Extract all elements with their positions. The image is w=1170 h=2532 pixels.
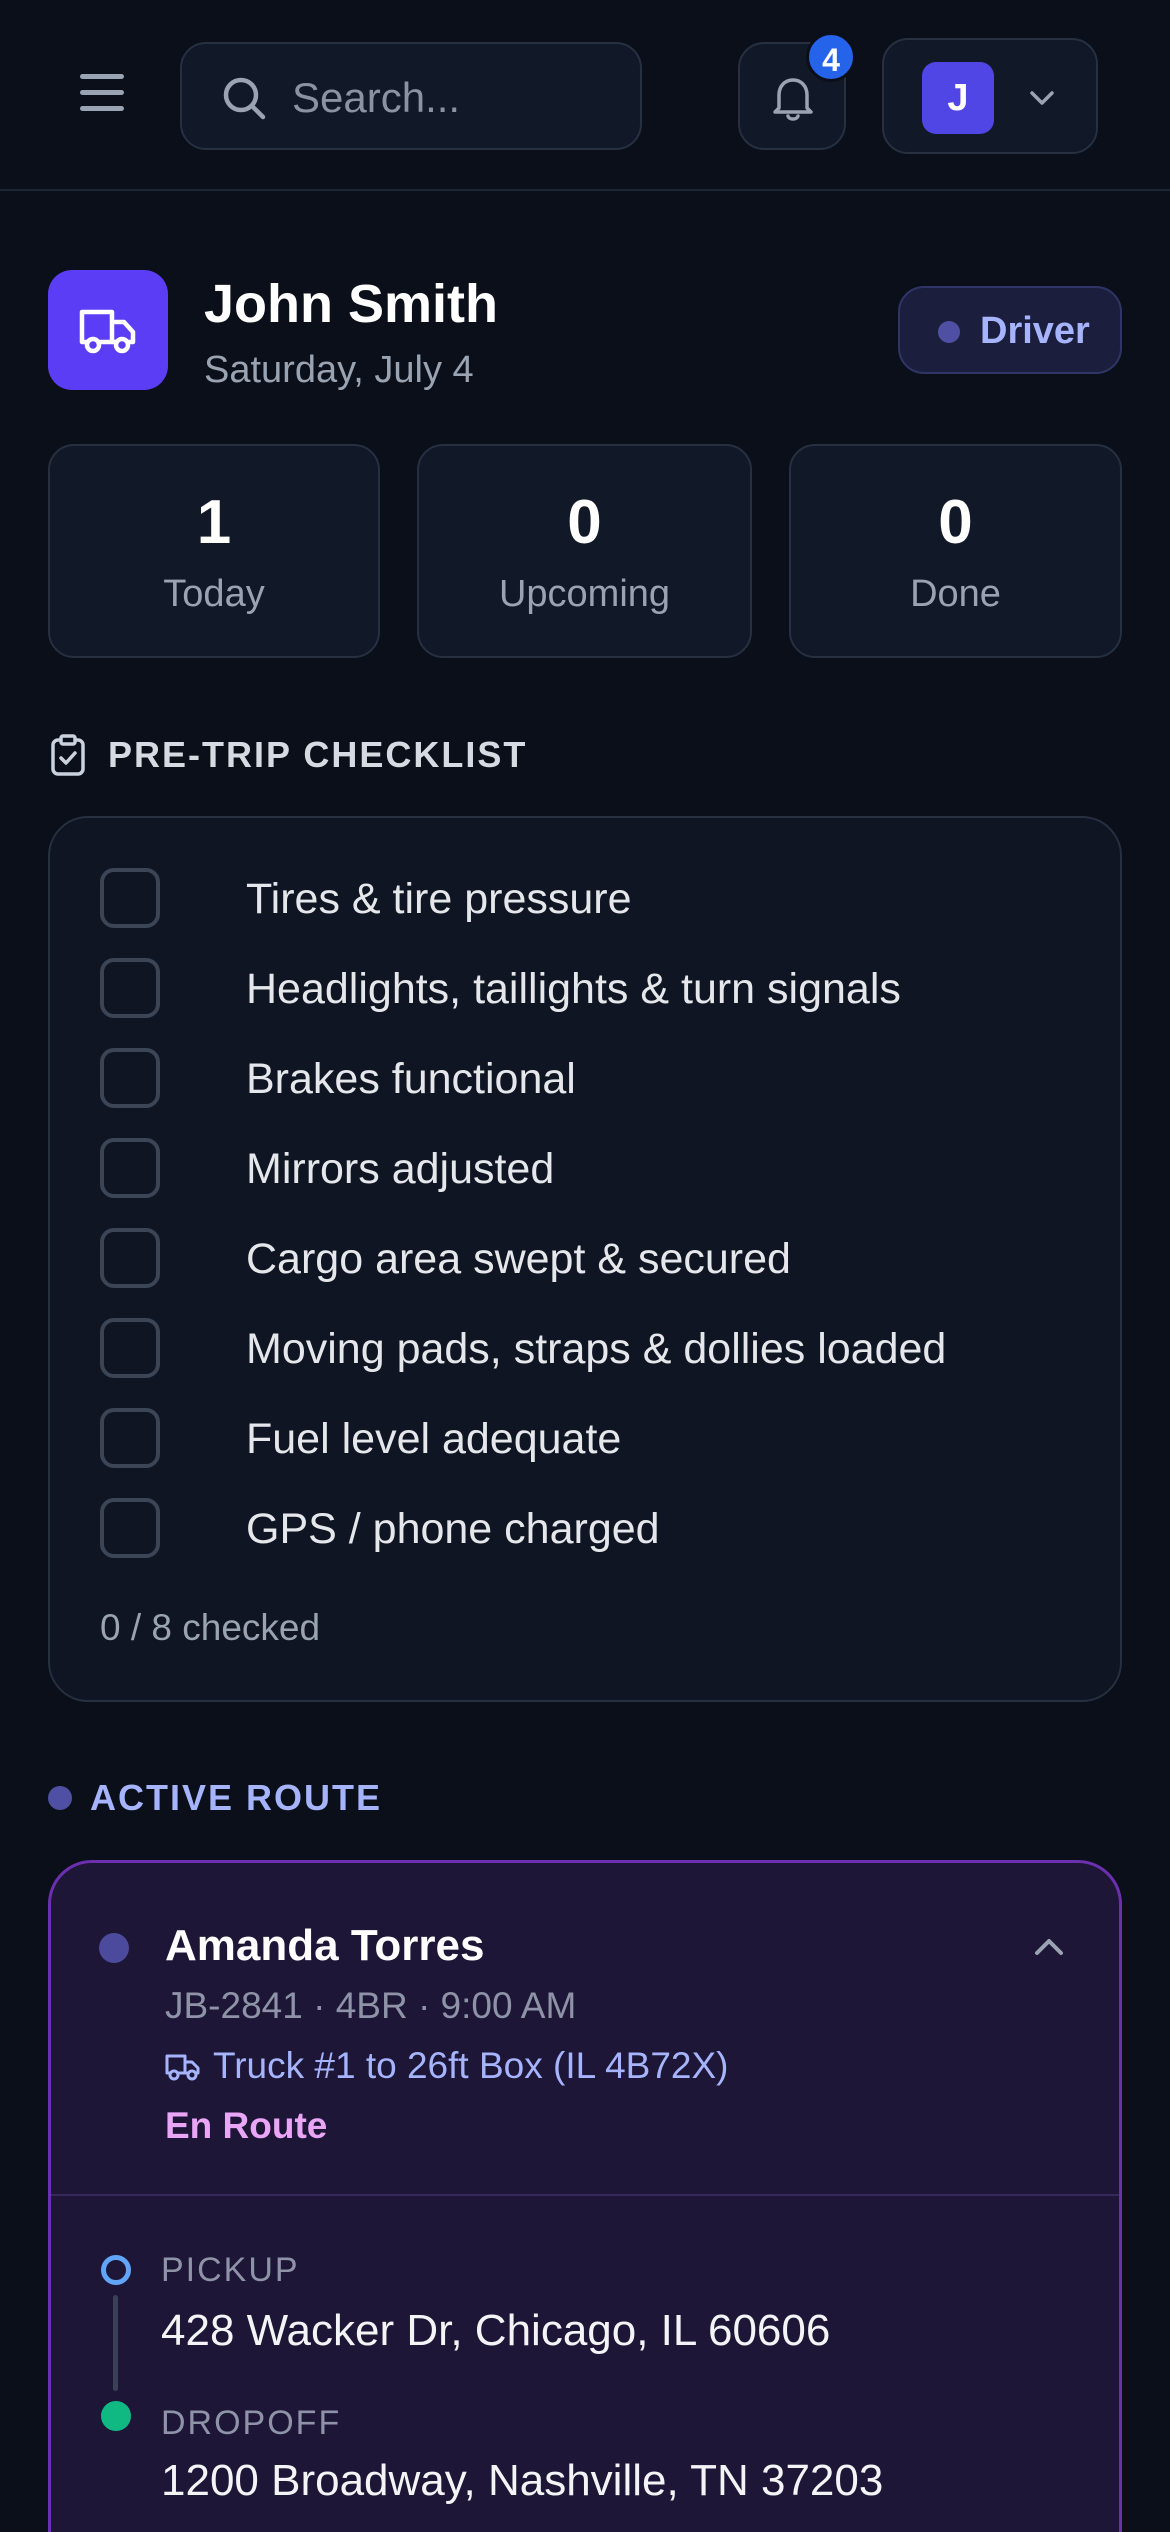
role-dot xyxy=(938,321,960,343)
checklist-item-label: Brakes functional xyxy=(246,1055,576,1103)
menu-icon xyxy=(80,74,124,79)
checkbox[interactable] xyxy=(100,1498,160,1558)
checklist-item-label: Cargo area swept & secured xyxy=(246,1235,791,1283)
checkbox[interactable] xyxy=(100,1228,160,1288)
search-icon xyxy=(223,77,266,120)
checkbox[interactable] xyxy=(100,958,160,1018)
stat-value: 1 xyxy=(196,488,232,557)
avatar: J xyxy=(922,62,994,134)
checklist-item-label: Fuel level adequate xyxy=(246,1415,622,1463)
checklist-item-label: GPS / phone charged xyxy=(246,1505,660,1553)
notification-count-badge: 4 xyxy=(806,32,856,82)
checkbox[interactable] xyxy=(100,1318,160,1378)
checkbox[interactable] xyxy=(100,1048,160,1108)
chevron-down-icon xyxy=(1030,91,1054,105)
stat-value: 0 xyxy=(938,488,973,557)
pre-trip-checklist: Tires & tire pressure Headlights, tailli… xyxy=(48,816,1122,1702)
checklist-item[interactable]: Brakes functional xyxy=(100,1048,1080,1108)
driver-truck-tile xyxy=(48,270,168,390)
checklist-item-label: Headlights, taillights & turn signals xyxy=(246,965,901,1013)
truck-icon xyxy=(79,309,136,354)
checklist-item[interactable]: GPS / phone charged xyxy=(100,1498,1080,1558)
stat-label: Done xyxy=(910,573,1001,615)
role-badge: Driver xyxy=(898,286,1122,374)
stat-value: 0 xyxy=(567,488,602,557)
dropoff-address[interactable]: 1200 Broadway, Nashville, TN 37203 xyxy=(161,2455,883,2507)
stat-label: Today xyxy=(163,573,265,615)
checklist-item-label: Tires & tire pressure xyxy=(246,875,632,923)
checklist-item[interactable]: Mirrors adjusted xyxy=(100,1138,1080,1198)
active-route-title: ACTIVE ROUTE xyxy=(90,1777,383,1818)
checklist-item[interactable]: Tires & tire pressure xyxy=(100,868,1080,928)
stat-card-today[interactable]: 1 Today xyxy=(48,444,380,658)
current-date: Saturday, July 4 xyxy=(204,349,474,391)
bell-icon xyxy=(773,78,813,121)
checklist-item-label: Mirrors adjusted xyxy=(246,1145,555,1193)
job-meta: JB-2841 · 4BR · 9:00 AM xyxy=(165,1985,577,2026)
stat-card-done[interactable]: 0 Done xyxy=(789,444,1122,658)
top-bar: Search... 4 J xyxy=(0,0,1170,191)
stat-label: Upcoming xyxy=(498,573,671,615)
menu-icon-bar xyxy=(80,106,124,111)
checklist-item[interactable]: Headlights, taillights & turn signals xyxy=(100,958,1080,1018)
pickup-label: PICKUP xyxy=(161,2251,300,2289)
checkbox[interactable] xyxy=(100,868,160,928)
checklist-item[interactable]: Cargo area swept & secured xyxy=(100,1228,1080,1288)
active-route-indicator xyxy=(48,1786,72,1810)
truck-icon xyxy=(165,2054,200,2081)
checkbox[interactable] xyxy=(100,1138,160,1198)
driver-name: John Smith xyxy=(204,274,498,334)
role-label: Driver xyxy=(980,310,1090,352)
pickup-address[interactable]: 428 Wacker Dr, Chicago, IL 60606 xyxy=(161,2305,830,2357)
truck-label: Truck #1 to 26ft Box (IL 4B72X) xyxy=(213,2045,729,2086)
active-route-card[interactable]: Amanda Torres JB-2841 · 4BR · 9:00 AM Tr… xyxy=(48,1860,1122,2532)
search-placeholder: Search... xyxy=(292,74,461,121)
dropoff-label: DROPOFF xyxy=(161,2404,342,2442)
pickup-marker xyxy=(101,2255,131,2285)
checkbox[interactable] xyxy=(100,1408,160,1468)
customer-name: Amanda Torres xyxy=(165,1921,485,1970)
dropoff-marker xyxy=(101,2401,131,2431)
checklist-title: PRE-TRIP CHECKLIST xyxy=(108,734,528,775)
profile-menu-button[interactable]: J xyxy=(882,38,1098,154)
menu-icon-bar xyxy=(80,90,124,95)
stat-card-upcoming[interactable]: 0 Upcoming xyxy=(417,444,752,658)
job-status: En Route xyxy=(165,2105,328,2146)
divider xyxy=(51,2194,1119,2196)
search-input[interactable]: Search... xyxy=(180,42,642,150)
clipboard-check-icon xyxy=(51,734,85,776)
checklist-item[interactable]: Fuel level adequate xyxy=(100,1408,1080,1468)
job-status-dot xyxy=(99,1933,129,1963)
checklist-progress: 0 / 8 checked xyxy=(100,1607,321,1648)
checklist-item-label: Moving pads, straps & dollies loaded xyxy=(246,1325,947,1373)
route-connector xyxy=(113,2295,118,2391)
chevron-up-icon[interactable] xyxy=(1029,1927,1069,1967)
checklist-item[interactable]: Moving pads, straps & dollies loaded xyxy=(100,1318,1080,1378)
menu-button[interactable] xyxy=(70,60,134,124)
